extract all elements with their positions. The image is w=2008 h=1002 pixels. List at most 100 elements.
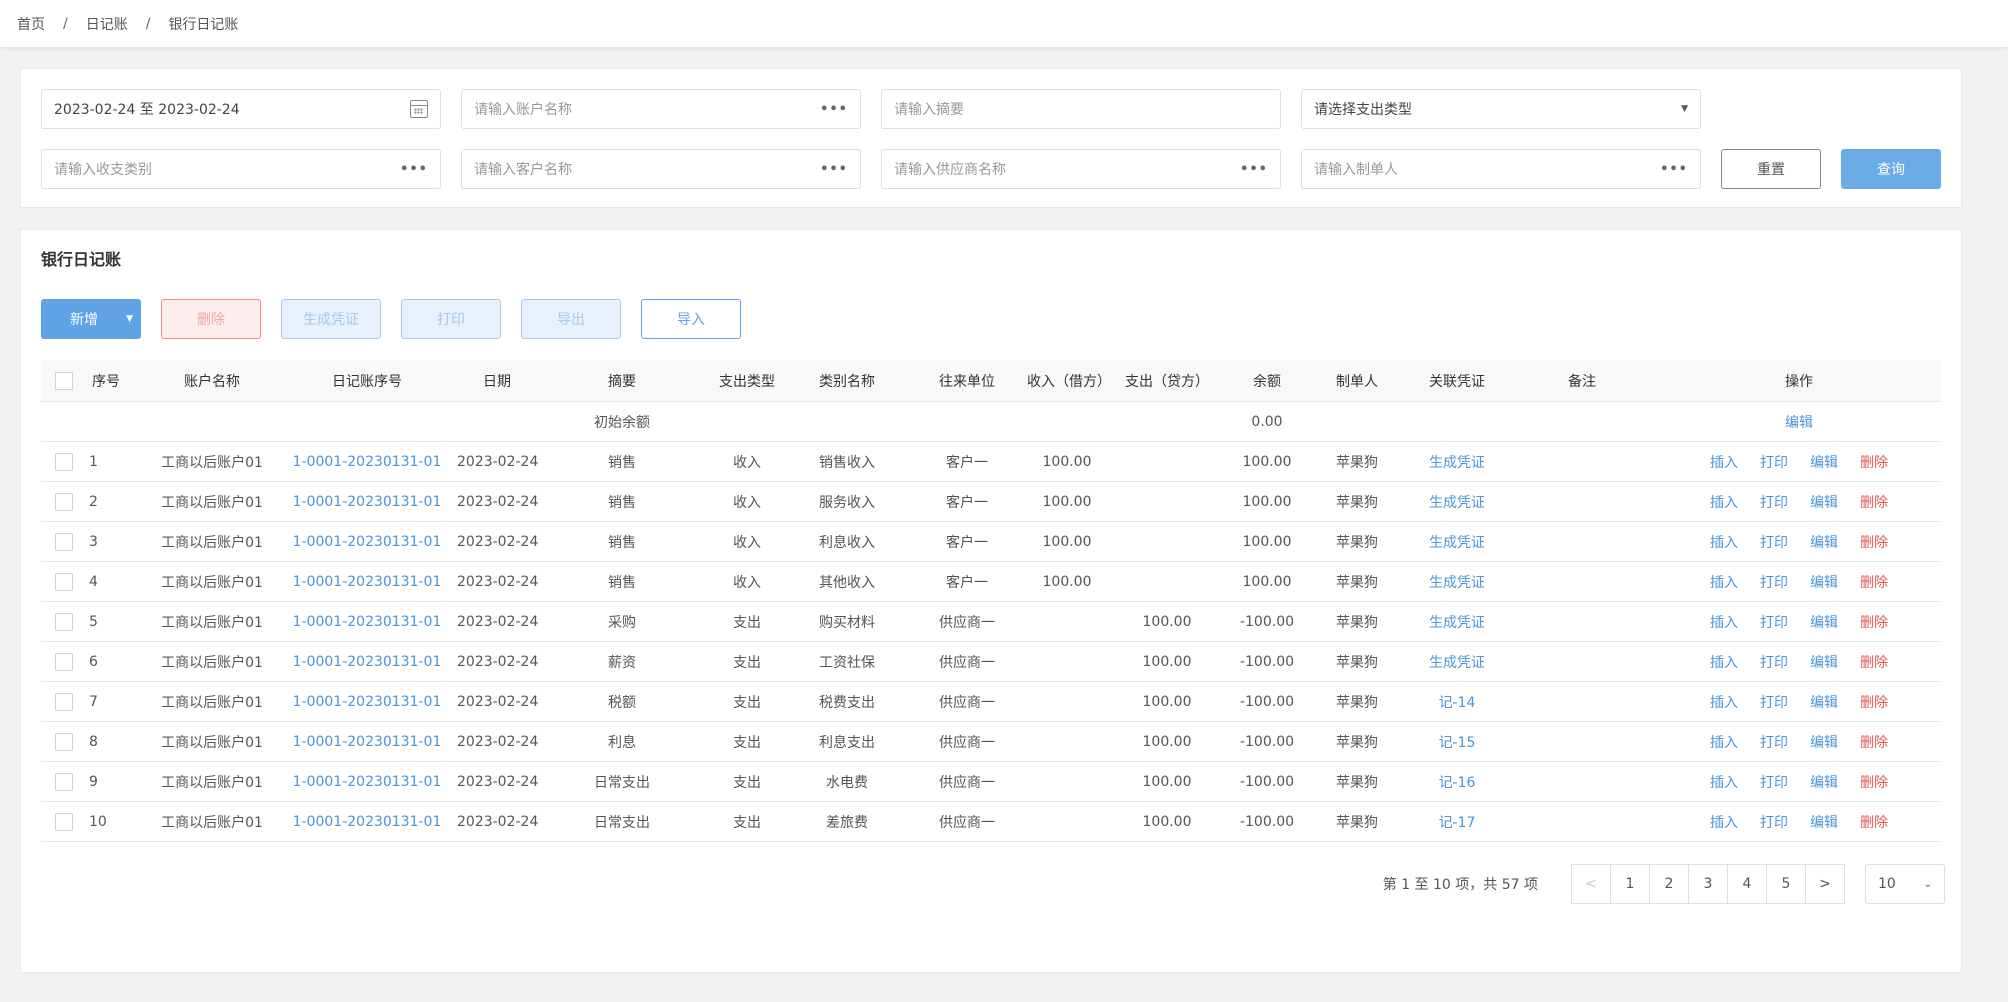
print-link[interactable]: 打印	[1760, 612, 1788, 632]
print-link[interactable]: 打印	[1760, 772, 1788, 792]
insert-link[interactable]: 插入	[1710, 812, 1738, 832]
date-range-picker[interactable]: 2023-02-24 至 2023-02-24	[41, 89, 441, 129]
page-size-select[interactable]: 10 ⌄	[1865, 864, 1945, 904]
cell-journal-no[interactable]: 1-0001-20230131-01	[277, 574, 457, 590]
delete-link[interactable]: 删除	[1860, 492, 1888, 512]
edit-link[interactable]: 编辑	[1810, 812, 1838, 832]
row-checkbox[interactable]	[55, 572, 73, 591]
edit-link[interactable]: 编辑	[1810, 692, 1838, 712]
delete-link[interactable]: 删除	[1860, 732, 1888, 752]
account-name-input[interactable]: 请输入账户名称 •••	[461, 89, 861, 129]
cell-journal-no[interactable]: 1-0001-20230131-01	[277, 454, 457, 470]
cell-voucher[interactable]: 记-15	[1407, 732, 1507, 752]
delete-link[interactable]: 删除	[1860, 452, 1888, 472]
print-link[interactable]: 打印	[1760, 532, 1788, 552]
query-button[interactable]: 查询	[1841, 149, 1941, 189]
insert-link[interactable]: 插入	[1710, 572, 1738, 592]
page-3-button[interactable]: 3	[1688, 864, 1728, 904]
delete-link[interactable]: 删除	[1860, 812, 1888, 832]
cell-voucher[interactable]: 生成凭证	[1407, 452, 1507, 472]
cell-voucher[interactable]: 记-14	[1407, 692, 1507, 712]
more-icon[interactable]: •••	[820, 162, 848, 177]
cell-voucher[interactable]: 记-16	[1407, 772, 1507, 792]
reset-button[interactable]: 重置	[1721, 149, 1821, 189]
cell-voucher[interactable]: 生成凭证	[1407, 532, 1507, 552]
edit-link[interactable]: 编辑	[1810, 612, 1838, 632]
select-all-checkbox[interactable]	[55, 371, 73, 390]
edit-link[interactable]: 编辑	[1810, 492, 1838, 512]
row-checkbox[interactable]	[55, 732, 73, 751]
row-checkbox[interactable]	[55, 772, 73, 791]
print-link[interactable]: 打印	[1760, 812, 1788, 832]
import-button[interactable]: 导入	[641, 299, 741, 339]
cell-voucher[interactable]: 生成凭证	[1407, 492, 1507, 512]
delete-link[interactable]: 删除	[1860, 612, 1888, 632]
print-link[interactable]: 打印	[1760, 652, 1788, 672]
row-checkbox[interactable]	[55, 652, 73, 671]
page-5-button[interactable]: 5	[1766, 864, 1806, 904]
prev-page-button[interactable]: <	[1571, 864, 1611, 904]
insert-link[interactable]: 插入	[1710, 652, 1738, 672]
expense-type-select[interactable]: 请选择支出类型 ▼	[1301, 89, 1701, 129]
row-checkbox[interactable]	[55, 452, 73, 471]
export-button[interactable]: 导出	[521, 299, 621, 339]
insert-link[interactable]: 插入	[1710, 492, 1738, 512]
more-icon[interactable]: •••	[1240, 162, 1268, 177]
add-button[interactable]: 新增 ▼	[41, 299, 141, 339]
cell-journal-no[interactable]: 1-0001-20230131-01	[277, 774, 457, 790]
cell-journal-no[interactable]: 1-0001-20230131-01	[277, 694, 457, 710]
supplier-input[interactable]: 请输入供应商名称 •••	[881, 149, 1281, 189]
print-link[interactable]: 打印	[1760, 732, 1788, 752]
more-icon[interactable]: •••	[400, 162, 428, 177]
cell-journal-no[interactable]: 1-0001-20230131-01	[277, 734, 457, 750]
creator-input[interactable]: 请输入制单人 •••	[1301, 149, 1701, 189]
delete-link[interactable]: 删除	[1860, 692, 1888, 712]
caret-down-icon[interactable]: ▼	[126, 314, 133, 324]
insert-link[interactable]: 插入	[1710, 732, 1738, 752]
insert-link[interactable]: 插入	[1710, 532, 1738, 552]
delete-link[interactable]: 删除	[1860, 532, 1888, 552]
page-4-button[interactable]: 4	[1727, 864, 1767, 904]
opening-edit-link[interactable]: 编辑	[1657, 412, 1941, 432]
page-1-button[interactable]: 1	[1610, 864, 1650, 904]
row-checkbox[interactable]	[55, 612, 73, 631]
cell-journal-no[interactable]: 1-0001-20230131-01	[277, 614, 457, 630]
print-button[interactable]: 打印	[401, 299, 501, 339]
print-link[interactable]: 打印	[1760, 452, 1788, 472]
delete-link[interactable]: 删除	[1860, 652, 1888, 672]
breadcrumb-journal[interactable]: 日记账	[86, 14, 128, 34]
more-icon[interactable]: •••	[820, 102, 848, 117]
insert-link[interactable]: 插入	[1710, 772, 1738, 792]
cell-voucher[interactable]: 生成凭证	[1407, 572, 1507, 592]
insert-link[interactable]: 插入	[1710, 692, 1738, 712]
breadcrumb-home[interactable]: 首页	[17, 14, 45, 34]
edit-link[interactable]: 编辑	[1810, 452, 1838, 472]
print-link[interactable]: 打印	[1760, 572, 1788, 592]
edit-link[interactable]: 编辑	[1810, 772, 1838, 792]
page-2-button[interactable]: 2	[1649, 864, 1689, 904]
edit-link[interactable]: 编辑	[1810, 732, 1838, 752]
summary-input[interactable]: 请输入摘要	[881, 89, 1281, 129]
edit-link[interactable]: 编辑	[1810, 532, 1838, 552]
cell-journal-no[interactable]: 1-0001-20230131-01	[277, 814, 457, 830]
cell-voucher[interactable]: 生成凭证	[1407, 652, 1507, 672]
row-checkbox[interactable]	[55, 692, 73, 711]
cell-voucher[interactable]: 记-17	[1407, 812, 1507, 832]
print-link[interactable]: 打印	[1760, 492, 1788, 512]
row-checkbox[interactable]	[55, 812, 73, 831]
row-checkbox[interactable]	[55, 532, 73, 551]
cell-journal-no[interactable]: 1-0001-20230131-01	[277, 654, 457, 670]
cell-journal-no[interactable]: 1-0001-20230131-01	[277, 494, 457, 510]
print-link[interactable]: 打印	[1760, 692, 1788, 712]
cell-journal-no[interactable]: 1-0001-20230131-01	[277, 534, 457, 550]
cell-voucher[interactable]: 生成凭证	[1407, 612, 1507, 632]
row-checkbox[interactable]	[55, 492, 73, 511]
edit-link[interactable]: 编辑	[1810, 652, 1838, 672]
next-page-button[interactable]: >	[1805, 864, 1845, 904]
customer-input[interactable]: 请输入客户名称 •••	[461, 149, 861, 189]
generate-voucher-button[interactable]: 生成凭证	[281, 299, 381, 339]
calendar-icon[interactable]	[410, 100, 428, 118]
category-input[interactable]: 请输入收支类别 •••	[41, 149, 441, 189]
delete-link[interactable]: 删除	[1860, 772, 1888, 792]
delete-link[interactable]: 删除	[1860, 572, 1888, 592]
